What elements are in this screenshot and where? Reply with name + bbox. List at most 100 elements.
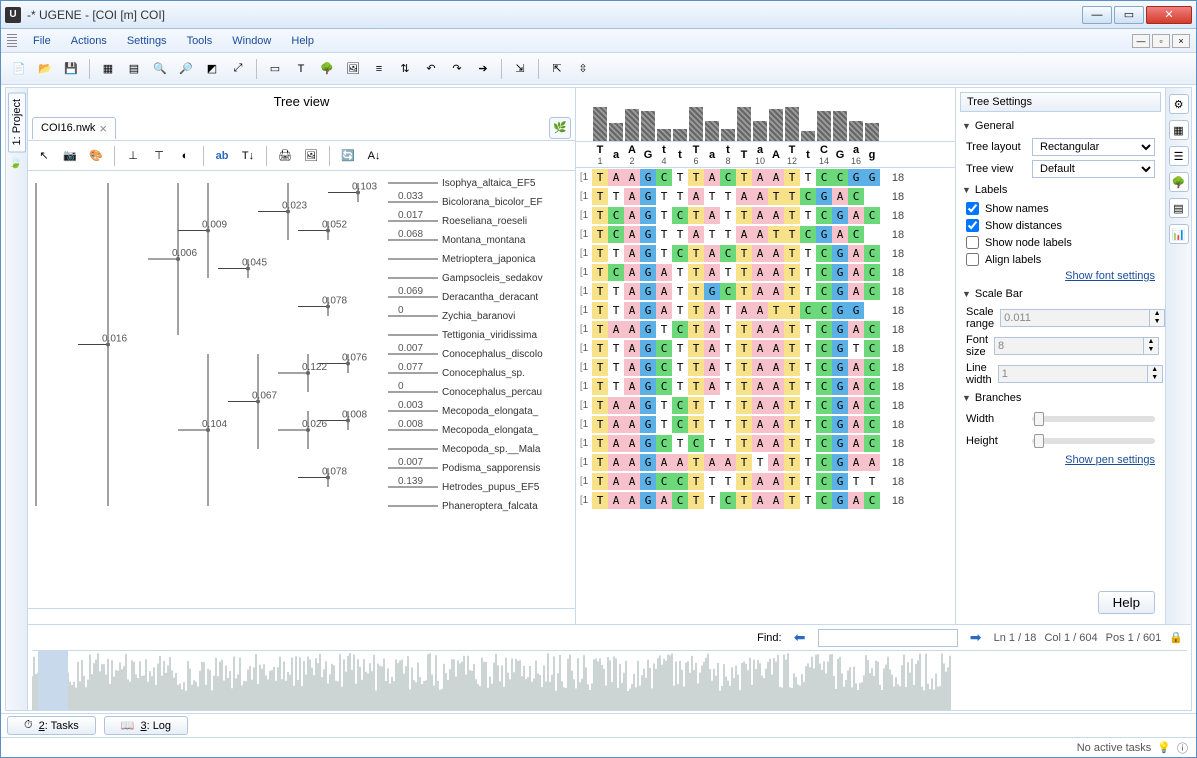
collapse-icon[interactable]: ⇲ — [508, 57, 532, 81]
grid2-icon[interactable]: ▤ — [122, 57, 146, 81]
overview-strip[interactable] — [32, 650, 1187, 710]
close-tab-icon[interactable]: × — [99, 121, 107, 136]
align-labels-checkbox[interactable] — [966, 253, 979, 266]
overview-selection[interactable] — [38, 651, 68, 710]
window-buttons: — ▭ ✕ — [1082, 6, 1192, 24]
mdi-restore[interactable]: ▫ — [1152, 34, 1170, 48]
tree-view-select[interactable]: Default — [1032, 160, 1155, 178]
palette-icon[interactable]: ▦ — [1169, 120, 1189, 140]
tree-cursor-icon[interactable]: ↖ — [32, 144, 56, 168]
svg-text:Mecopoda_elongata_: Mecopoda_elongata_ — [442, 406, 539, 417]
section-labels[interactable]: ▼Labels — [956, 180, 1165, 200]
image-icon[interactable]: 🖼 — [341, 57, 365, 81]
go-icon[interactable]: ➔ — [471, 57, 495, 81]
tree-layout1-icon[interactable]: ⊥ — [121, 144, 145, 168]
tree-tab[interactable]: COI16.nwk × — [32, 117, 116, 139]
pen-settings-link[interactable]: Show pen settings — [1065, 454, 1155, 466]
show-node-labels-checkbox[interactable] — [966, 236, 979, 249]
sequence-grid[interactable]: 1TAAGCTTACTAATTCCGG181TTAGTTATTAATTCGAC … — [576, 168, 955, 608]
mdi-minimize[interactable]: — — [1132, 34, 1150, 48]
tree-export-icon[interactable]: 🖼 — [299, 144, 323, 168]
expand-icon[interactable]: ⇱ — [545, 57, 569, 81]
svg-text:0.033: 0.033 — [398, 191, 423, 202]
tree-color-icon[interactable]: 🎨 — [84, 144, 108, 168]
lock-icon[interactable]: 🔒 — [1169, 631, 1183, 644]
seq-scroll-x[interactable] — [576, 608, 955, 624]
gear-icon[interactable]: ⚙ — [1169, 94, 1189, 114]
build-tree-icon[interactable]: 🌿 — [549, 117, 571, 139]
undo-icon[interactable]: ↶ — [419, 57, 443, 81]
width-slider[interactable] — [1032, 416, 1155, 422]
zoom-in-icon[interactable]: 🔍 — [148, 57, 172, 81]
ruler: T1aA2Gt4tT6at8Ta10AT12tC14Ga16g — [576, 142, 955, 168]
help-button[interactable]: Help — [1098, 591, 1155, 614]
height-slider[interactable] — [1032, 438, 1155, 444]
project-tab[interactable]: 1: Project — [8, 92, 26, 152]
section-branches[interactable]: ▼Branches — [956, 388, 1165, 408]
tree-layout3-icon[interactable]: ◐ — [173, 144, 197, 168]
align-icon[interactable]: ≡ — [367, 57, 391, 81]
info-icon[interactable]: ⓘ — [1177, 740, 1188, 756]
tree-refresh-icon[interactable]: 🔄 — [336, 144, 360, 168]
minimize-button[interactable]: — — [1082, 6, 1112, 24]
scale-range-spinner[interactable]: ▲▼ — [1000, 309, 1165, 327]
menu-settings[interactable]: Settings — [117, 32, 177, 50]
tree-canvas[interactable]: Isophya_altaica_EF5Bicolorana_bicolor_EF… — [28, 171, 575, 608]
bulb-icon[interactable]: 💡 — [1157, 741, 1171, 754]
tree-scroll-x[interactable] — [28, 608, 575, 624]
menubar-grip — [7, 34, 17, 48]
grid-icon-right[interactable]: ▤ — [1169, 198, 1189, 218]
close-button[interactable]: ✕ — [1146, 6, 1192, 24]
svg-text:0.069: 0.069 — [398, 286, 423, 297]
tree-camera-icon[interactable]: 📷 — [58, 144, 82, 168]
menu-tools[interactable]: Tools — [177, 32, 223, 50]
tasks-tab[interactable]: ⏱ 2: Tasks — [7, 716, 96, 735]
settings-panel: Tree Settings ▼General Tree layout Recta… — [955, 88, 1165, 624]
sort-icon[interactable]: ⇅ — [393, 57, 417, 81]
zoom-sel-icon[interactable]: ◩ — [200, 57, 224, 81]
overview-icon[interactable]: ▭ — [263, 57, 287, 81]
new-document-icon[interactable]: 📄 — [7, 57, 31, 81]
find-input[interactable] — [818, 629, 958, 647]
svg-text:Conocephalus_sp.: Conocephalus_sp. — [442, 368, 525, 379]
tree-print-icon[interactable]: 🖨 — [273, 144, 297, 168]
chart-icon[interactable]: 📊 — [1169, 224, 1189, 244]
zoom-out-icon[interactable]: 🔎 — [174, 57, 198, 81]
zoom-fit-icon[interactable]: ⤢ — [226, 57, 250, 81]
tree-toolbar: ↖ 📷 🎨 ⊥ ⊤ ◐ ab T↓ 🖨 🖼 🔄 — [28, 141, 575, 171]
leaf-icon[interactable]: 🍃 — [9, 156, 25, 172]
tree-labels-icon[interactable]: ab — [210, 144, 234, 168]
maximize-button[interactable]: ▭ — [1114, 6, 1144, 24]
views-row: Tree view COI16.nwk × 🌿 ↖ 📷 🎨 — [28, 88, 1191, 624]
tree2-icon[interactable]: 🌳 — [1169, 172, 1189, 192]
show-distances-checkbox[interactable] — [966, 219, 979, 232]
tree-layout-select[interactable]: Rectangular — [1032, 138, 1155, 156]
tree-sort-icon[interactable]: A↓ — [362, 144, 386, 168]
log-tab[interactable]: 📖 3: Log — [104, 716, 188, 735]
redo-icon[interactable]: ↷ — [445, 57, 469, 81]
menu-window[interactable]: Window — [222, 32, 281, 50]
expand2-icon[interactable]: ⇳ — [571, 57, 595, 81]
open-folder-icon[interactable]: 📂 — [33, 57, 57, 81]
mdi-close[interactable]: × — [1172, 34, 1190, 48]
section-general[interactable]: ▼General — [956, 116, 1165, 136]
find-next-icon[interactable]: ➡ — [966, 629, 986, 647]
svg-text:Metrioptera_japonica: Metrioptera_japonica — [442, 254, 536, 265]
find-prev-icon[interactable]: ⬅ — [790, 629, 810, 647]
line-width-spinner[interactable]: ▲▼ — [998, 365, 1163, 383]
menu-help[interactable]: Help — [281, 32, 324, 50]
titlebar: U -* UGENE - [COI [m] COI] — ▭ ✕ — [1, 1, 1196, 29]
save-icon[interactable]: 💾 — [59, 57, 83, 81]
section-scale-bar[interactable]: ▼Scale Bar — [956, 284, 1165, 304]
list-icon[interactable]: ☰ — [1169, 146, 1189, 166]
font-size-spinner[interactable]: ▲▼ — [994, 337, 1159, 355]
show-names-checkbox[interactable] — [966, 202, 979, 215]
menu-file[interactable]: File — [23, 32, 61, 50]
grid-icon[interactable]: ▦ — [96, 57, 120, 81]
tree-layout2-icon[interactable]: ⊤ — [147, 144, 171, 168]
font-settings-link[interactable]: Show font settings — [1065, 270, 1155, 282]
tree-icon[interactable]: 🌳 — [315, 57, 339, 81]
tree-font-icon[interactable]: T↓ — [236, 144, 260, 168]
menu-actions[interactable]: Actions — [61, 32, 117, 50]
text-tool-icon[interactable]: T — [289, 57, 313, 81]
